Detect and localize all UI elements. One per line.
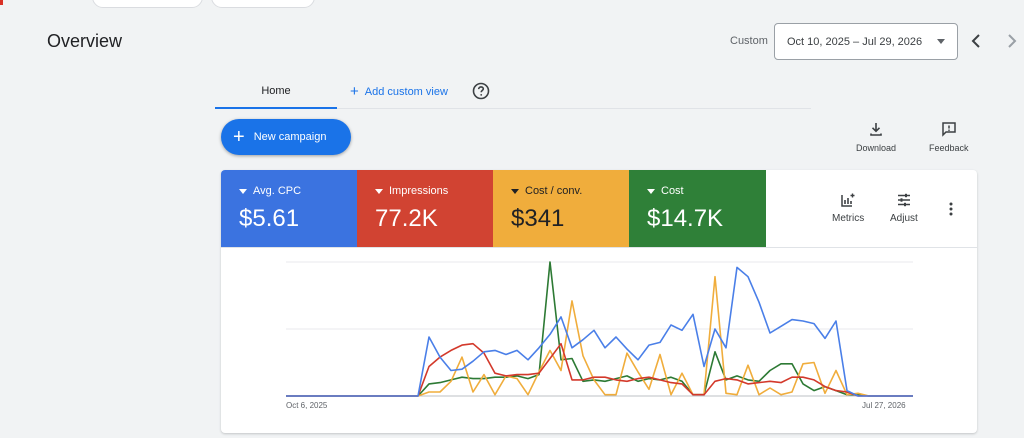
- caret-down-icon: [511, 188, 519, 194]
- page-title: Overview: [47, 31, 123, 51]
- caret-down-icon: [239, 188, 247, 194]
- metric-tile-cost[interactable]: Cost $14.7K: [629, 170, 766, 247]
- plus-icon: +: [350, 83, 359, 100]
- adjust-label: Adjust: [890, 213, 918, 224]
- add-custom-view-button[interactable]: + Add custom view: [350, 75, 448, 108]
- date-range-select[interactable]: Oct 10, 2025 – Jul 29, 2026: [774, 23, 958, 60]
- feedback-label: Feedback: [929, 143, 969, 153]
- metric-tile-impressions[interactable]: Impressions 77.2K: [357, 170, 493, 247]
- x-axis-end-label: Jul 27, 2026: [862, 401, 906, 410]
- overview-card: Avg. CPC $5.61 Impressions 77.2K Cost / …: [221, 170, 977, 433]
- new-campaign-button[interactable]: + New campaign: [221, 119, 351, 155]
- chevron-right-icon: [1008, 34, 1017, 48]
- bar-chart-add-icon: [841, 193, 855, 207]
- help-icon[interactable]: [472, 82, 490, 100]
- tune-icon: [897, 193, 910, 207]
- top-filter-chip[interactable]: [92, 0, 203, 8]
- metric-label: Avg. CPC: [253, 185, 302, 197]
- metric-label: Cost: [661, 185, 684, 197]
- more-vert-icon[interactable]: [948, 201, 954, 217]
- tab-home[interactable]: Home: [215, 75, 337, 109]
- next-period-button[interactable]: [1004, 32, 1020, 50]
- metrics-button[interactable]: Metrics: [832, 192, 864, 224]
- caret-down-icon: [647, 188, 655, 194]
- alert-marker: [0, 0, 3, 5]
- metric-label: Cost / conv.: [525, 185, 583, 197]
- tab-home-label: Home: [261, 85, 291, 97]
- caret-down-icon: [937, 39, 945, 44]
- metric-tile-avg-cpc[interactable]: Avg. CPC $5.61: [221, 170, 357, 247]
- feedback-button[interactable]: Feedback: [929, 121, 969, 153]
- metric-value: $341: [511, 205, 565, 232]
- download-label: Download: [856, 143, 897, 153]
- date-range-value: Oct 10, 2025 – Jul 29, 2026: [787, 35, 923, 48]
- date-range-label: Custom: [730, 35, 768, 47]
- x-axis-start-label: Oct 6, 2025: [286, 401, 328, 410]
- adjust-button[interactable]: Adjust: [890, 192, 918, 224]
- download-icon: [870, 123, 882, 136]
- metric-tile-cost-per-conv[interactable]: Cost / conv. $341: [493, 170, 629, 247]
- feedback-icon: [942, 122, 956, 137]
- new-campaign-label: New campaign: [253, 131, 327, 143]
- series-line-cost-conv: [286, 275, 913, 397]
- plus-icon: +: [233, 126, 245, 148]
- metrics-label: Metrics: [832, 213, 865, 224]
- chevron-left-icon: [971, 34, 980, 48]
- top-filter-chip[interactable]: [211, 0, 315, 8]
- metric-value: $5.61: [239, 205, 300, 232]
- previous-period-button[interactable]: [968, 32, 984, 50]
- metric-value: 77.2K: [375, 205, 438, 232]
- add-custom-view-label: Add custom view: [364, 85, 448, 98]
- metric-value: $14.7K: [647, 205, 724, 232]
- view-tabs: Home + Add custom view: [215, 75, 811, 109]
- caret-down-icon: [375, 188, 383, 194]
- metric-label: Impressions: [389, 185, 449, 197]
- download-button[interactable]: Download: [856, 121, 896, 153]
